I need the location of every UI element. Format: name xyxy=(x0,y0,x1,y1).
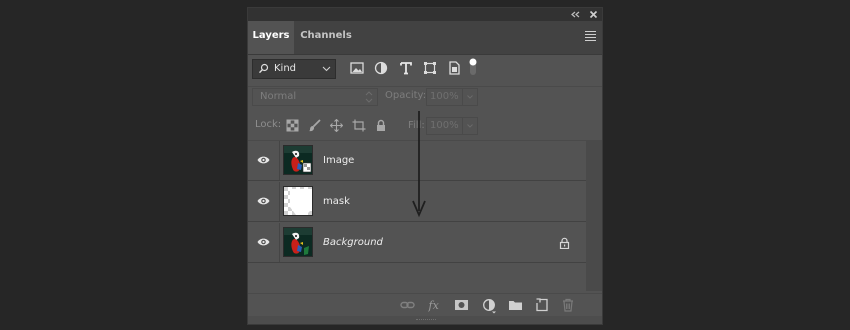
panel-tab-strip: Layers Channels xyxy=(248,21,602,55)
add-mask-icon[interactable] xyxy=(454,298,468,312)
close-panel-icon[interactable] xyxy=(589,8,598,21)
layer-thumbnail-background[interactable] xyxy=(283,227,313,257)
lock-all-icon[interactable] xyxy=(375,119,388,132)
tab-channels-label: Channels xyxy=(300,30,352,41)
layers-scrollbar[interactable] xyxy=(586,141,602,291)
type-filter-icon[interactable] xyxy=(398,60,414,76)
tab-channels[interactable]: Channels xyxy=(296,21,356,54)
visibility-toggle[interactable] xyxy=(248,223,280,262)
panel-menu-icon[interactable] xyxy=(585,31,596,43)
filter-toggle-icon[interactable] xyxy=(468,57,484,75)
blend-mode-value: Normal xyxy=(260,91,297,102)
filter-kind-select[interactable]: Kind xyxy=(252,59,336,79)
layer-name[interactable]: Image xyxy=(323,141,354,180)
search-icon xyxy=(258,60,269,85)
visibility-toggle[interactable] xyxy=(248,182,280,221)
new-group-icon[interactable] xyxy=(508,298,522,312)
lock-position-icon[interactable] xyxy=(329,118,344,133)
lock-icon[interactable] xyxy=(559,237,570,252)
panel-resize-handle[interactable] xyxy=(248,316,602,324)
visibility-toggle[interactable] xyxy=(248,141,280,180)
fx-icon[interactable]: fx xyxy=(428,298,442,312)
opacity-field[interactable]: 100% xyxy=(426,88,478,106)
eye-icon xyxy=(257,156,270,164)
panel-title-bar[interactable] xyxy=(248,8,602,21)
lock-label: Lock: xyxy=(255,119,282,130)
svg-text:fx: fx xyxy=(428,299,440,312)
blend-mode-select[interactable]: Normal xyxy=(252,88,378,106)
chevron-down-icon[interactable] xyxy=(462,118,477,134)
smart-object-filter-icon[interactable] xyxy=(446,60,462,76)
chevron-updown-icon xyxy=(365,89,373,111)
eye-icon xyxy=(257,197,270,205)
layer-row-background[interactable]: Background xyxy=(248,223,586,263)
fill-value: 100% xyxy=(430,120,459,131)
chevron-down-icon xyxy=(322,60,331,85)
opacity-label: Opacity: xyxy=(385,90,427,101)
layer-name[interactable]: mask xyxy=(323,182,350,221)
chevron-down-icon[interactable] xyxy=(462,89,477,105)
adjustment-filter-icon[interactable] xyxy=(373,60,389,76)
tab-layers[interactable]: Layers xyxy=(248,21,294,54)
layer-name[interactable]: Background xyxy=(323,223,383,262)
opacity-value: 100% xyxy=(430,91,459,102)
shape-filter-icon[interactable] xyxy=(422,60,438,76)
filter-kind-label: Kind xyxy=(274,63,297,74)
tab-layers-label: Layers xyxy=(252,30,290,41)
layer-thumbnail-mask[interactable] xyxy=(283,186,313,216)
layers-footer-toolbar: fx xyxy=(248,293,602,316)
lock-image-pixels-icon[interactable] xyxy=(308,119,321,132)
delete-layer-icon[interactable] xyxy=(561,298,575,312)
lock-transparent-pixels-icon[interactable] xyxy=(286,119,299,132)
grip-icon[interactable] xyxy=(416,319,436,322)
annotation-arrow xyxy=(412,111,426,218)
fill-field[interactable]: 100% xyxy=(426,117,478,135)
collapse-panel-icon[interactable] xyxy=(570,8,580,21)
blend-row: Normal Opacity: 100% xyxy=(248,87,602,111)
new-layer-icon[interactable] xyxy=(535,298,549,312)
eye-icon xyxy=(257,238,270,246)
filter-row: Kind xyxy=(248,54,602,87)
link-layers-icon[interactable] xyxy=(400,298,415,312)
new-adjustment-icon[interactable] xyxy=(482,298,496,314)
lock-artboard-icon[interactable] xyxy=(352,119,366,132)
image-filter-icon[interactable] xyxy=(349,60,365,76)
layer-thumbnail-image[interactable] xyxy=(283,145,313,175)
